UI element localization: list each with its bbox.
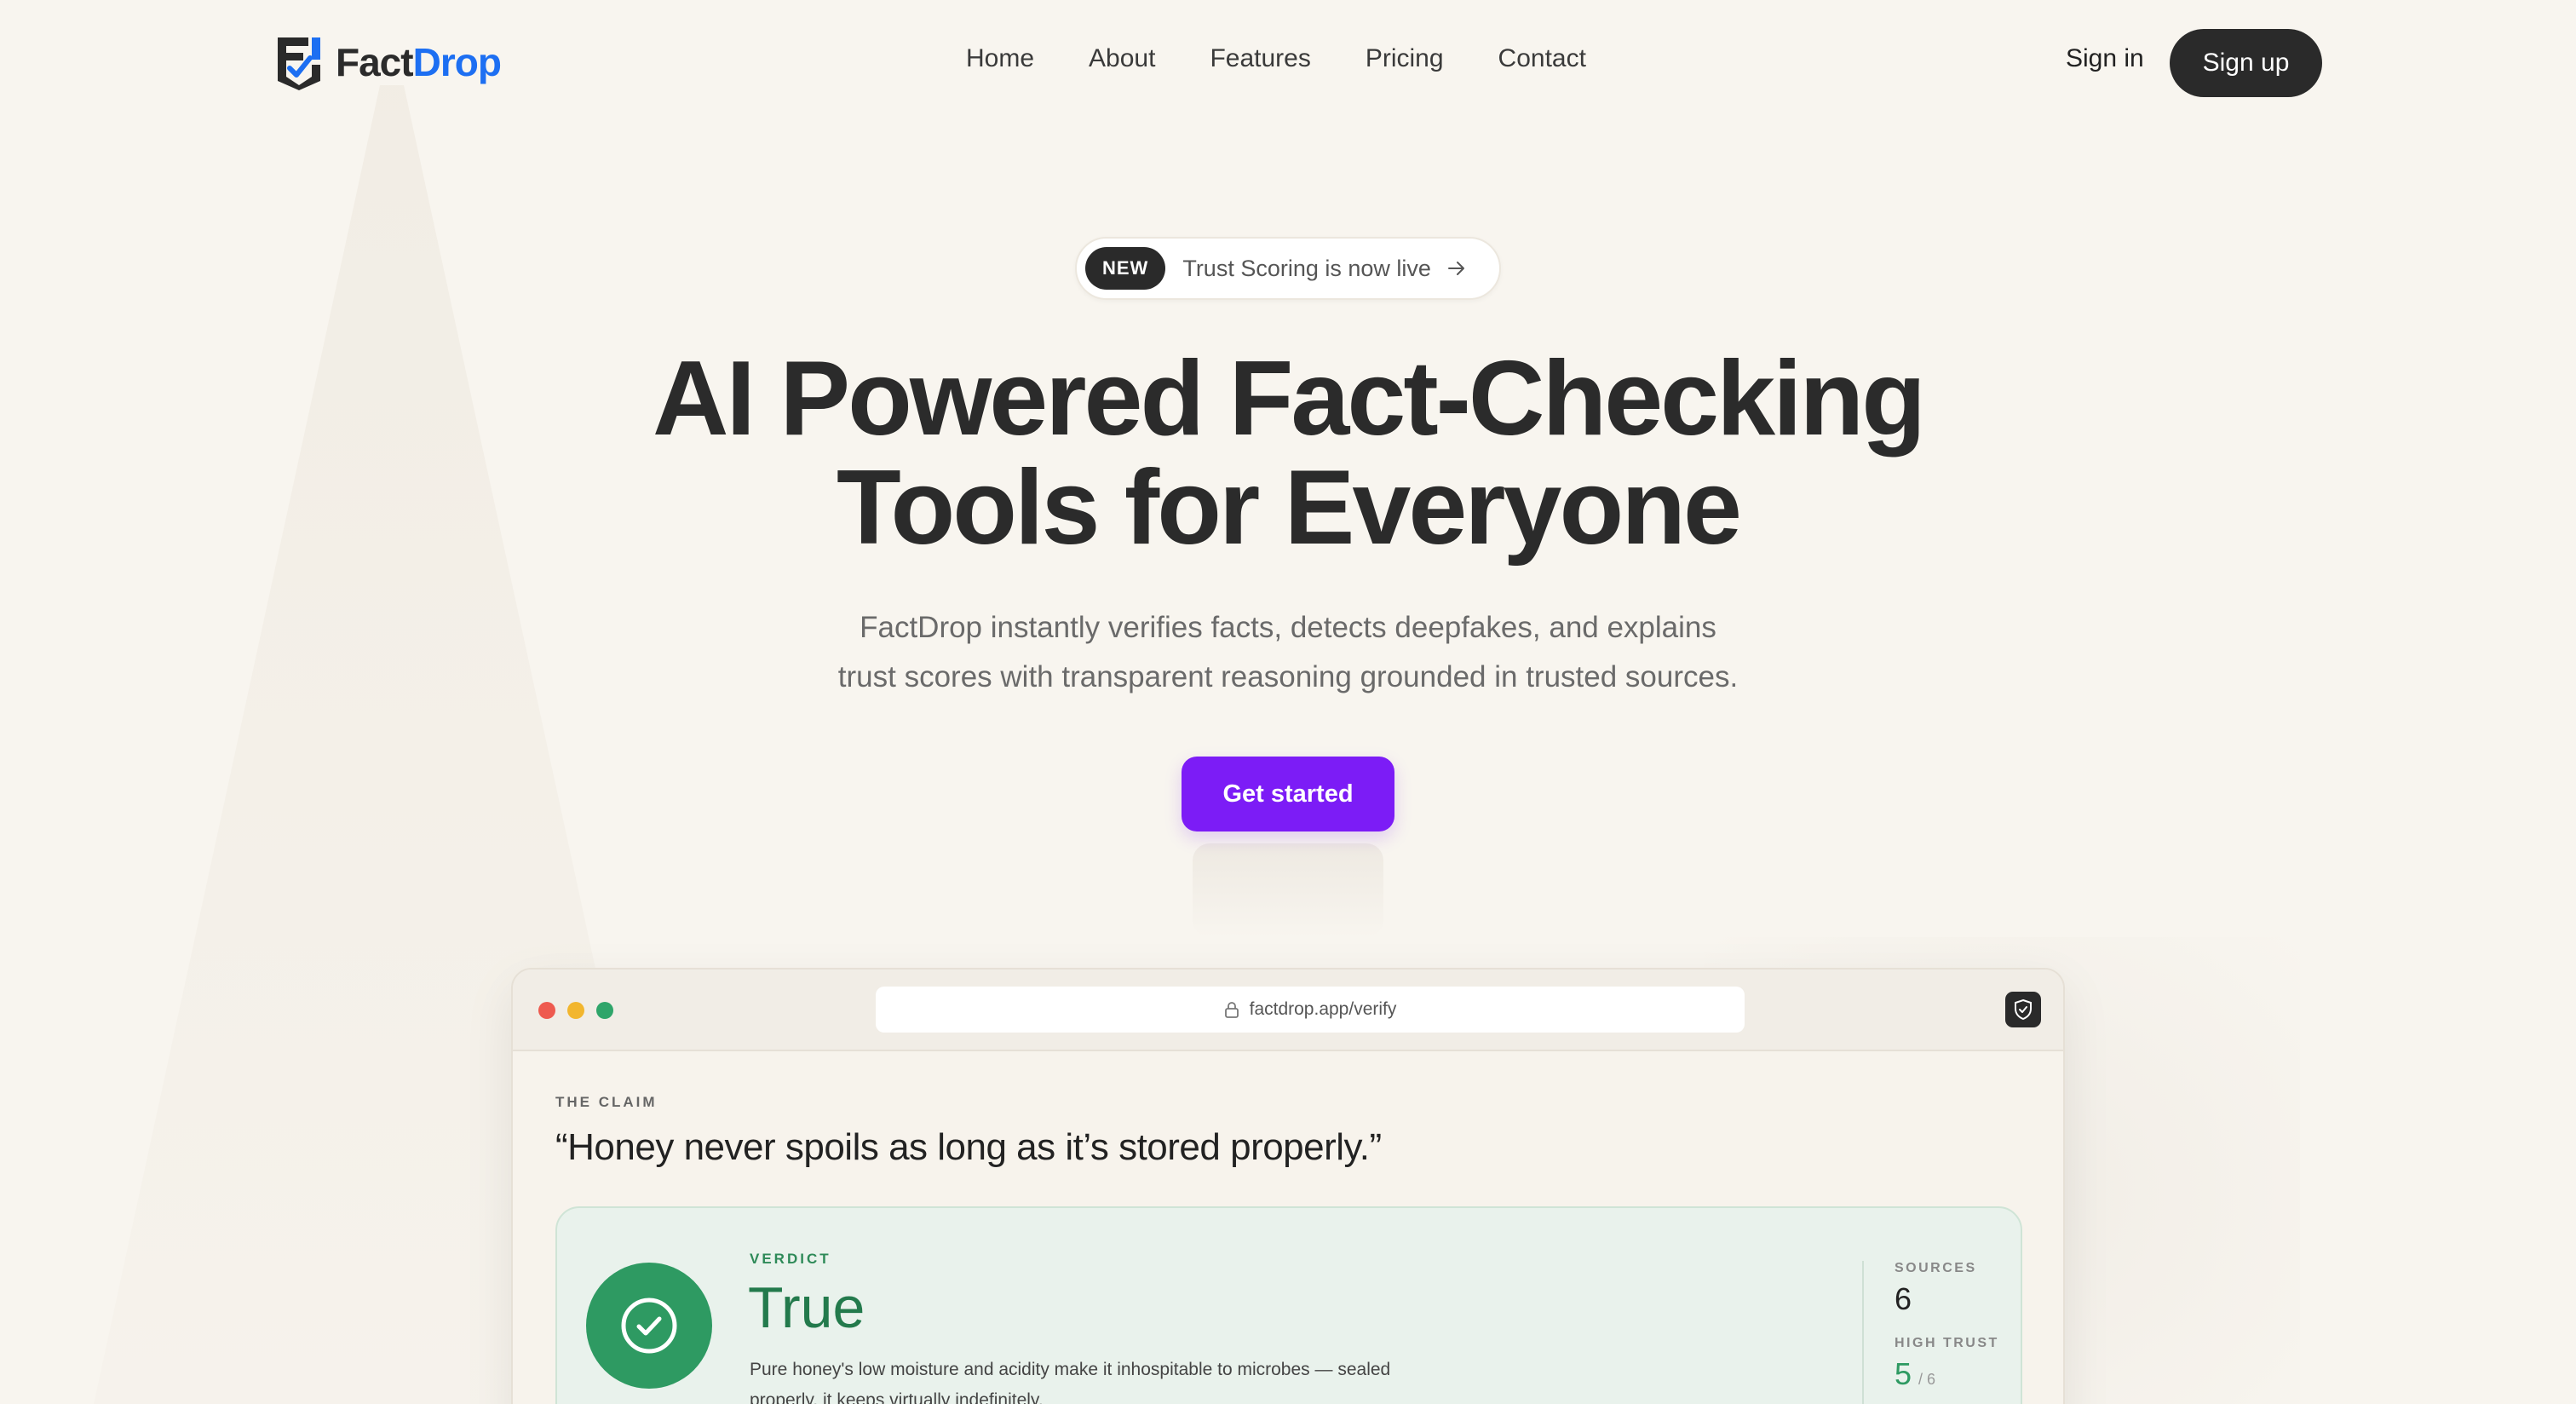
lock-icon	[1224, 1002, 1239, 1018]
high-trust-total: / 6	[1918, 1371, 1936, 1388]
factdrop-logo-icon	[278, 37, 320, 90]
hero-subtitle-line2: trust scores with transparent reasoning …	[837, 660, 1739, 693]
new-badge: NEW	[1085, 247, 1166, 290]
sign-up-button[interactable]: Sign up	[2170, 29, 2322, 97]
verdict-card: VERDICT True Pure honey's low moisture a…	[555, 1206, 2022, 1404]
announcement-pill[interactable]: NEW Trust Scoring is now live	[1075, 237, 1501, 300]
hero-subtitle: FactDrop instantly verifies facts, detec…	[777, 603, 1799, 702]
sources-value: 6	[1895, 1281, 1912, 1316]
cta-shadow	[1193, 843, 1383, 937]
browser-toolbar: factdrop.app/verify	[513, 970, 2063, 1051]
sources-label: SOURCES	[1895, 1261, 1977, 1275]
claim-label: THE CLAIM	[555, 1094, 658, 1110]
nav-about[interactable]: About	[1089, 44, 1155, 73]
high-trust-label: HIGH TRUST	[1895, 1336, 1999, 1350]
logo-text-fact: Fact	[336, 40, 414, 84]
logo-wordmark: FactDrop	[336, 39, 502, 85]
hero-subtitle-line1: FactDrop instantly verifies facts, detec…	[860, 611, 1716, 644]
claim-text: “Honey never spoils as long as it’s stor…	[555, 1126, 1382, 1168]
nav-contact[interactable]: Contact	[1498, 44, 1586, 73]
window-maximize-dot	[596, 1002, 613, 1019]
nav-links: Home About Features Pricing Contact	[966, 44, 1586, 73]
logo[interactable]: FactDrop	[274, 34, 502, 90]
verdict-stats: SOURCES 6 HIGH TRUST 5 / 6	[1862, 1261, 1999, 1404]
hero-title: AI Powered Fact-Checking Tools for Every…	[0, 344, 2576, 562]
window-minimize-dot	[567, 1002, 584, 1019]
url-text: factdrop.app/verify	[1249, 999, 1397, 1019]
logo-text-drop: Drop	[412, 40, 502, 84]
nav-features[interactable]: Features	[1210, 44, 1310, 73]
window-close-dot	[538, 1002, 555, 1019]
check-circle-icon	[621, 1298, 677, 1354]
high-trust-score: 5 / 6	[1895, 1356, 1999, 1392]
top-navigation: FactDrop Home About Features Pricing Con…	[0, 0, 2576, 128]
verdict-label: VERDICT	[750, 1251, 831, 1267]
nav-home[interactable]: Home	[966, 44, 1034, 73]
verdict-badge	[586, 1263, 712, 1389]
hero-title-line2: Tools for Everyone	[837, 449, 1742, 567]
shield-check-icon	[2015, 998, 2032, 1021]
verdict-description: Pure honey's low moisture and acidity ma…	[750, 1360, 1391, 1404]
verdict-value: True	[748, 1275, 865, 1340]
high-trust-value: 5	[1895, 1356, 1912, 1391]
extension-shield-button[interactable]	[2005, 992, 2041, 1027]
verify-content: THE CLAIM “Honey never spoils as long as…	[513, 1051, 2063, 1404]
nav-pricing[interactable]: Pricing	[1366, 44, 1444, 73]
announcement-text: Trust Scoring is now live	[1182, 255, 1431, 281]
address-bar[interactable]: factdrop.app/verify	[876, 987, 1745, 1033]
hero-title-line1: AI Powered Fact-Checking	[652, 340, 1926, 457]
arrow-right-icon	[1447, 262, 1464, 275]
sign-in-link[interactable]: Sign in	[2066, 44, 2144, 73]
browser-preview-window: factdrop.app/verify THE CLAIM “Honey nev…	[511, 968, 2065, 1404]
get-started-button[interactable]: Get started	[1182, 757, 1394, 831]
